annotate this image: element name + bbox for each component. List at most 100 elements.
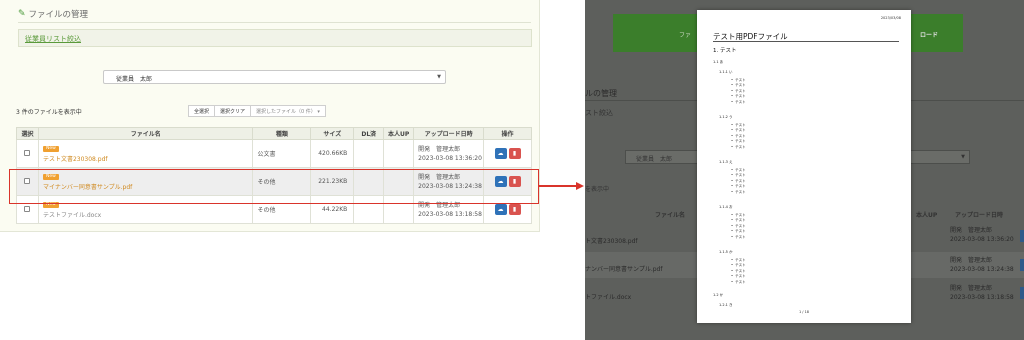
dimmed-datetime: 2023-03-08 13:24:38	[950, 266, 1014, 273]
dimmed-file-name: ナンバー同意書サンプル.pdf	[585, 266, 663, 273]
th-dl-done: DL済	[353, 127, 385, 140]
dl-done-cell	[353, 139, 385, 168]
pdf-date: 2023/03/08	[880, 16, 901, 20]
list-item: テスト	[731, 280, 746, 285]
cloud-download-icon: ☁	[497, 206, 504, 213]
screenshot-stage: ✎ ファイルの管理 従業員リスト絞込 従業員 太郎 ▼ 3 件のファイルを表示中…	[0, 0, 1024, 340]
pencil-icon: ✎	[18, 9, 26, 19]
file-size: 420.66KB	[310, 139, 355, 168]
list-item: テスト	[731, 274, 746, 279]
th-uploaded: アップロード日時	[413, 127, 485, 140]
dimmed-file-name: トファイル.docx	[585, 294, 632, 301]
employee-select[interactable]: 従業員 太郎 ▼	[103, 70, 446, 84]
arrow-head-icon	[576, 182, 584, 190]
banner-text-right: ロード	[920, 32, 939, 39]
th-kind: 種類	[252, 127, 312, 140]
caret-down-icon: ▼	[437, 74, 441, 80]
employee-filter-link[interactable]: 従業員リスト絞込	[25, 34, 81, 44]
banner-text-left: ファ	[679, 32, 692, 39]
employee-filter-bar: 従業員リスト絞込	[18, 29, 532, 47]
upload-info: 開発 管理太郎 2023-03-08 13:36:20	[413, 139, 485, 168]
pdf-list: テスト テスト テスト テスト テスト	[731, 213, 746, 240]
upload-datetime: 2023-03-08 13:36:20	[418, 154, 482, 162]
dimmed-th-self-up: 本人UP	[916, 212, 938, 219]
delete-button[interactable]: ▮	[508, 204, 521, 215]
dimmed-th-filename: ファイル名	[655, 212, 686, 219]
selected-files-dropdown[interactable]: 選択したファイル（0 件） ▾	[250, 105, 326, 117]
pdf-list: テスト テスト テスト テスト テスト	[731, 78, 746, 105]
download-button[interactable]: ☁	[494, 148, 507, 159]
dimmed-employee-value: 従業員 太郎	[636, 156, 673, 163]
pdf-page-number: 1 / 18	[798, 310, 810, 314]
employee-select-value: 従業員 太郎	[116, 76, 153, 83]
pdf-list: テスト テスト テスト テスト テスト	[731, 168, 746, 195]
list-item: テスト	[731, 190, 746, 195]
row-highlight-frame	[9, 169, 539, 204]
dimmed-upload-info: 開発 管理太郎 2023-03-08 13:36:20	[950, 226, 1014, 244]
caret-down-icon: ▾	[317, 109, 320, 115]
pdf-page[interactable]: 2023/03/08 テスト用PDFファイル 1. テスト 1.1 あ 1.1.…	[697, 10, 911, 323]
dimmed-th-uploaded: アップロード日時	[955, 212, 1004, 219]
pdf-subsection: 1.1.2 う	[719, 115, 733, 119]
pdf-subsection: 1.1.3 え	[719, 160, 733, 164]
caret-down-icon: ▼	[961, 154, 965, 160]
list-item: テスト	[731, 139, 746, 144]
list-item: テスト	[731, 229, 746, 234]
dimmed-datetime: 2023-03-08 13:18:58	[950, 294, 1014, 301]
th-filename: ファイル名	[37, 127, 254, 140]
dimmed-uploader: 開発 管理太郎	[950, 257, 993, 264]
table-row: New テスト文書230308.pdf 公文書 420.66KB 開発 管理太郎…	[16, 139, 532, 168]
list-item: テスト	[731, 145, 746, 150]
dimmed-panel-title: ルの管理	[585, 89, 617, 98]
uploader-name: 開発 管理太郎	[418, 145, 461, 153]
dimmed-uploader: 開発 管理太郎	[950, 285, 993, 292]
delete-button[interactable]: ▮	[508, 148, 521, 159]
pdf-subsection: 1.1.1 い	[719, 70, 733, 74]
download-button[interactable]: ☁	[494, 204, 507, 215]
title-divider	[18, 22, 531, 23]
list-item: テスト	[731, 94, 746, 99]
clear-selection-button[interactable]: 選択クリア	[214, 105, 252, 117]
pdf-subsection: 1.1.4 お	[719, 205, 733, 209]
th-self-up: 本人UP	[383, 127, 415, 140]
panel-title-text: ファイルの管理	[28, 10, 89, 20]
dimmed-file-name: ト文書230308.pdf	[585, 238, 638, 245]
dimmed-action-edge	[1020, 287, 1024, 299]
new-badge: New	[42, 146, 59, 152]
file-name-link[interactable]: テストファイル.docx	[43, 210, 253, 219]
self-up-cell	[383, 139, 415, 168]
pdf-title-divider	[713, 41, 899, 42]
file-kind: 公文書	[252, 139, 312, 168]
file-name-link[interactable]: テスト文書230308.pdf	[43, 154, 253, 163]
selected-files-label: 選択したファイル（0 件）	[256, 109, 316, 115]
dimmed-datetime: 2023-03-08 13:36:20	[950, 236, 1014, 243]
dimmed-action-edge	[1020, 259, 1024, 271]
th-ops: 操作	[483, 127, 532, 140]
pdf-list: テスト テスト テスト テスト テスト	[731, 258, 746, 285]
row-checkbox[interactable]	[24, 149, 31, 156]
upload-datetime: 2023-03-08 13:18:58	[418, 210, 482, 218]
dimmed-action-edge	[1020, 230, 1024, 242]
panel-title: ✎ ファイルの管理	[18, 8, 88, 20]
pdf-heading-1: 1. テスト	[713, 48, 737, 54]
pdf-list: テスト テスト テスト テスト テスト	[731, 123, 746, 150]
file-count-text: 3 件のファイルを表示中	[16, 109, 82, 116]
select-all-button[interactable]: 全選択	[188, 105, 216, 117]
dimmed-upload-info: 開発 管理太郎 2023-03-08 13:18:58	[950, 284, 1014, 302]
dimmed-uploader: 開発 管理太郎	[950, 227, 993, 234]
trash-icon: ▮	[512, 206, 517, 213]
cloud-download-icon: ☁	[497, 150, 504, 157]
th-select: 選択	[16, 127, 39, 140]
dimmed-count-text: を表示中	[585, 186, 610, 193]
trash-icon: ▮	[512, 150, 517, 157]
row-checkbox[interactable]	[24, 205, 31, 212]
pdf-subsection: 1.1.5 か	[719, 250, 733, 254]
pdf-preview-screen: ファ ロード ルの管理 スト絞込 従業員 太郎 ▼ を表示中 ファイル名 本人U…	[585, 0, 1024, 340]
pdf-section: 1.1 あ	[713, 60, 724, 64]
dimmed-filter-link: スト絞込	[585, 109, 613, 117]
th-size: サイズ	[310, 127, 355, 140]
table-header-row: 選択 ファイル名 種類 サイズ DL済 本人UP アップロード日時 操作	[16, 127, 532, 140]
list-item: テスト	[731, 184, 746, 189]
pdf-subsection: 1.2.1 き	[719, 303, 733, 307]
pdf-section: 1.2 か	[713, 293, 724, 297]
